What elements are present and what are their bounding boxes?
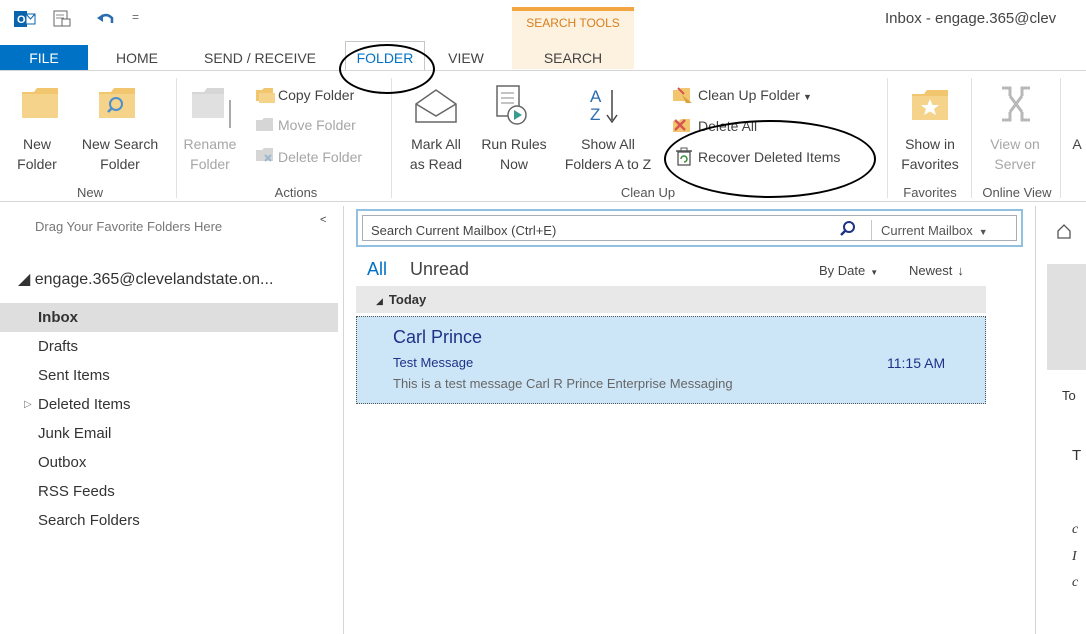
favorites-drop-hint: Drag Your Favorite Folders Here [35,219,223,234]
group-divider [887,78,888,198]
sender-photo-placeholder [1047,264,1086,370]
pane-divider [343,206,344,634]
new-folder-icon [20,86,60,125]
view-on-server-icon [996,84,1036,129]
copy-folder-button[interactable]: Copy Folder [278,84,354,106]
reading-pane-body: c [1072,575,1079,590]
clean-up-folder-icon [672,86,694,109]
svg-text:O: O [17,14,26,26]
send-receive-icon[interactable] [53,10,73,28]
group-label-actions: Actions [274,185,318,200]
message-preview: This is a test message Carl R Prince Ent… [393,376,733,391]
account-node[interactable]: ◢ engage.365@clevelandstate.on... [18,269,273,289]
sort-a-to-z-icon: A Z [588,84,622,133]
outlook-icon[interactable]: O [14,10,36,28]
search-icon[interactable] [839,220,857,243]
reading-pane-body: I [1072,549,1077,564]
search-input[interactable]: Search Current Mailbox (Ctrl+E) [371,223,556,238]
group-divider [391,78,392,198]
context-tab-label: SEARCH TOOLS [526,16,620,30]
folder-drafts[interactable]: Drafts [0,332,338,361]
group-divider [176,78,177,198]
group-divider [971,78,972,198]
pane-divider [1035,206,1036,634]
window-title: Inbox - engage.365@clev [885,10,1057,27]
folder-search-folders[interactable]: Search Folders [0,506,338,535]
group-label-favorites: Favorites [903,185,957,200]
filter-all[interactable]: All [367,259,387,280]
customize-qat-icon[interactable]: = [132,10,139,24]
svg-text:A: A [590,87,602,106]
annotation-circle [664,120,876,198]
move-folder-button[interactable]: Move Folder [278,114,356,136]
message-item[interactable]: Carl Prince Test Message 11:15 AM This i… [356,316,986,404]
new-folder-button[interactable]: New Folder [6,134,68,174]
message-time: 11:15 AM [887,355,946,371]
search-box[interactable]: Search Current Mailbox (Ctrl+E) Current … [356,209,1023,247]
reading-pane-body: c [1072,522,1079,537]
mark-all-read-icon [414,88,458,129]
message-subject: Test Message [393,355,474,370]
tab-view[interactable]: VIEW [442,45,490,71]
search-scope-dropdown[interactable]: Current Mailbox ▼ [881,223,988,238]
mark-all-read-button[interactable]: Mark All as Read [398,134,474,174]
run-rules-icon [494,84,528,133]
rename-folder-button[interactable]: Rename Folder [178,134,242,174]
svg-text:Z: Z [590,105,600,124]
new-search-folder-icon [97,86,137,125]
reading-pane-text: T [1072,447,1082,464]
collapse-pane-icon[interactable]: < [320,214,326,226]
copy-folder-icon [255,86,275,109]
group-label-clean-up: Clean Up [620,185,676,200]
folder-rss-feeds[interactable]: RSS Feeds [0,477,338,506]
clean-up-folder-button[interactable]: Clean Up Folder ▼ [698,84,812,106]
tab-file[interactable]: FILE [0,45,88,71]
reading-pane-to: To [1062,388,1076,403]
message-sender: Carl Prince [393,327,483,347]
folder-inbox[interactable]: Inbox [0,303,338,332]
date-group-header[interactable]: ◢ Today [356,286,986,313]
expand-icon[interactable]: ▷ [24,390,32,419]
folder-junk-email[interactable]: Junk Email [0,419,338,448]
show-in-favorites-button[interactable]: Show in Favorites [893,134,967,174]
tab-send-receive[interactable]: SEND / RECEIVE [188,45,332,71]
delete-folder-icon [255,146,275,169]
delete-folder-button[interactable]: Delete Folder [278,146,362,168]
annotation-circle [339,44,435,94]
group-label-new: New [76,185,103,200]
sort-order-toggle[interactable]: Newest ↓ [909,263,964,278]
folder-sent-items[interactable]: Sent Items [0,361,338,390]
group-label-online-view: Online View [982,185,1052,200]
show-all-folders-button[interactable]: Show All Folders A to Z [552,134,664,174]
run-rules-now-button[interactable]: Run Rules Now [474,134,554,174]
folder-deleted-items[interactable]: ▷ Deleted Items [0,390,338,419]
group-divider [1060,78,1061,198]
tab-search[interactable]: SEARCH [525,45,621,71]
ribbon-overflow-button[interactable]: A [1068,134,1086,154]
reply-icon[interactable] [1055,222,1073,245]
rename-folder-icon [190,86,236,137]
filter-unread[interactable]: Unread [410,259,469,280]
undo-icon[interactable] [96,10,116,28]
scope-divider [871,220,872,240]
show-in-favorites-icon [910,88,950,127]
move-folder-icon [255,116,275,139]
folder-outbox[interactable]: Outbox [0,448,338,477]
tab-home[interactable]: HOME [103,45,171,71]
view-on-server-button[interactable]: View on Server [979,134,1051,174]
sort-by-dropdown[interactable]: By Date ▼ [819,263,878,278]
new-search-folder-button[interactable]: New Search Folder [70,134,170,174]
